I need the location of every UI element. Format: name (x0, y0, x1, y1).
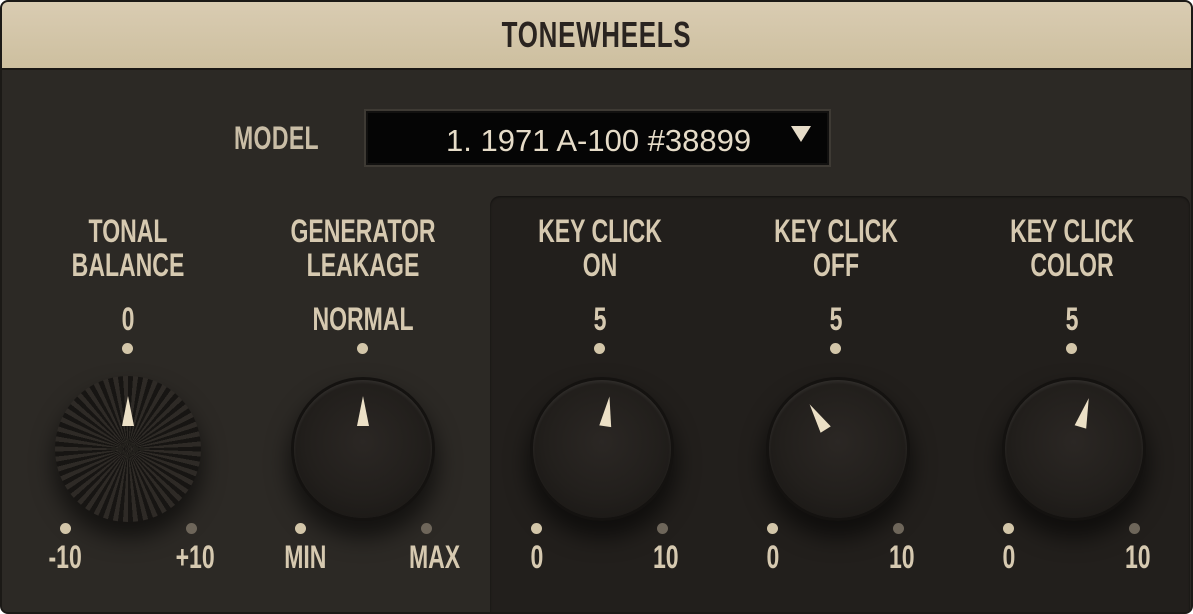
key-click-on-knob[interactable] (529, 376, 675, 522)
knob-max-label: +10 (175, 539, 215, 575)
knob-max-label: 10 (888, 539, 915, 575)
center-marker-dot (122, 343, 133, 354)
knob-unit-key-click-off: KEY CLICK OFF 5 0 10 (716, 2, 956, 575)
tonal-balance-knob[interactable] (55, 376, 201, 522)
center-marker-dot (594, 343, 605, 354)
generator-leakage-knob[interactable] (290, 376, 436, 522)
knob-pointer (294, 380, 432, 518)
center-marker-dot (830, 343, 841, 354)
min-marker-dot (295, 523, 306, 534)
min-marker-dot (1003, 523, 1014, 534)
knob-max-label: 10 (1124, 539, 1151, 575)
knob-unit-key-click-on: KEY CLICK ON 5 0 10 (480, 2, 720, 575)
knob-center-value: 5 (593, 301, 607, 337)
center-marker-dot (1066, 343, 1077, 354)
knob-min-label: -10 (48, 539, 82, 575)
knob-label-line2: OFF (812, 247, 860, 283)
knob-unit-generator-leakage: GENERATOR LEAKAGE NORMAL MIN MAX (243, 2, 483, 575)
knob-unit-tonal-balance: TONAL BALANCE 0 -10 +10 (8, 2, 248, 575)
knob-min-label: 0 (1002, 539, 1016, 575)
max-marker-dot (893, 523, 904, 534)
center-marker-dot (357, 343, 368, 354)
knob-center-value: 0 (121, 301, 135, 337)
knob-label-line1: KEY CLICK (1010, 213, 1134, 249)
knob-label-line2: COLOR (1030, 247, 1114, 283)
knob-min-label: 0 (530, 539, 544, 575)
min-marker-dot (60, 523, 71, 534)
tonewheels-panel: TONEWHEELS MODEL 1. 1971 A-100 #38899 TO… (0, 0, 1193, 614)
max-marker-dot (1129, 523, 1140, 534)
knob-label-line1: TONAL (88, 213, 168, 249)
knob-label-line2: ON (582, 247, 618, 283)
knob-max-label: MAX (408, 539, 461, 575)
knob-pointer (59, 380, 197, 518)
key-click-off-knob[interactable] (765, 376, 911, 522)
knob-min-label: 0 (766, 539, 780, 575)
knob-min-label: MIN (284, 539, 327, 575)
max-marker-dot (186, 523, 197, 534)
knob-label-line1: KEY CLICK (538, 213, 662, 249)
knob-max-label: 10 (652, 539, 679, 575)
knob-unit-key-click-color: KEY CLICK COLOR 5 0 10 (952, 2, 1191, 575)
knob-label-line2: LEAKAGE (306, 247, 420, 283)
knob-label-line1: KEY CLICK (774, 213, 898, 249)
knob-pointer (524, 371, 680, 527)
knob-center-value: 5 (829, 301, 843, 337)
knob-label-line2: BALANCE (71, 247, 185, 283)
knob-center-value: NORMAL (312, 301, 414, 337)
min-marker-dot (531, 523, 542, 534)
knob-center-value: 5 (1065, 301, 1079, 337)
knob-label-line1: GENERATOR (290, 213, 436, 249)
key-click-color-knob[interactable] (1001, 376, 1147, 522)
max-marker-dot (421, 523, 432, 534)
max-marker-dot (657, 523, 668, 534)
min-marker-dot (767, 523, 778, 534)
